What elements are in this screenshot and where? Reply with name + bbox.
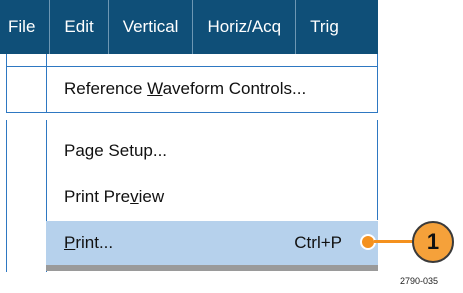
menu-entry-print-label: Print... xyxy=(64,233,114,252)
menu-entry-page-setup[interactable]: Page Setup... xyxy=(64,128,167,174)
menu-horiz-acq[interactable]: Horiz/Acq xyxy=(193,0,297,54)
print-row-bottom-shade xyxy=(46,265,378,271)
dropdown-mid-border xyxy=(6,112,378,113)
callout-leader-line xyxy=(374,240,416,243)
dropdown-right-border xyxy=(377,54,378,113)
menu-edit[interactable]: Edit xyxy=(50,0,109,54)
print-shortcut: Ctrl+P xyxy=(294,233,342,252)
menu-vertical[interactable]: Vertical xyxy=(109,0,194,54)
callout-anchor-dot xyxy=(362,236,374,248)
menu-entry-print-preview[interactable]: Print Preview xyxy=(64,174,164,220)
menu-trig[interactable]: Trig xyxy=(296,0,339,54)
dropdown-right-border-2 xyxy=(377,120,378,220)
dropdown-left-border xyxy=(6,54,7,113)
menu-entry-reference-waveform-controls[interactable]: Reference Waveform Controls... xyxy=(64,66,306,112)
figure-id: 2790-035 xyxy=(399,276,438,286)
dropdown-left-border-2 xyxy=(6,120,7,272)
callout-badge: 1 xyxy=(412,221,454,263)
menu-bar: File Edit Vertical Horiz/Acq Trig xyxy=(0,0,378,54)
dropdown-gutter-line xyxy=(46,54,47,113)
menu-file[interactable]: File xyxy=(0,0,51,54)
menu-entry-print[interactable]: Print... Ctrl+P xyxy=(46,221,378,265)
